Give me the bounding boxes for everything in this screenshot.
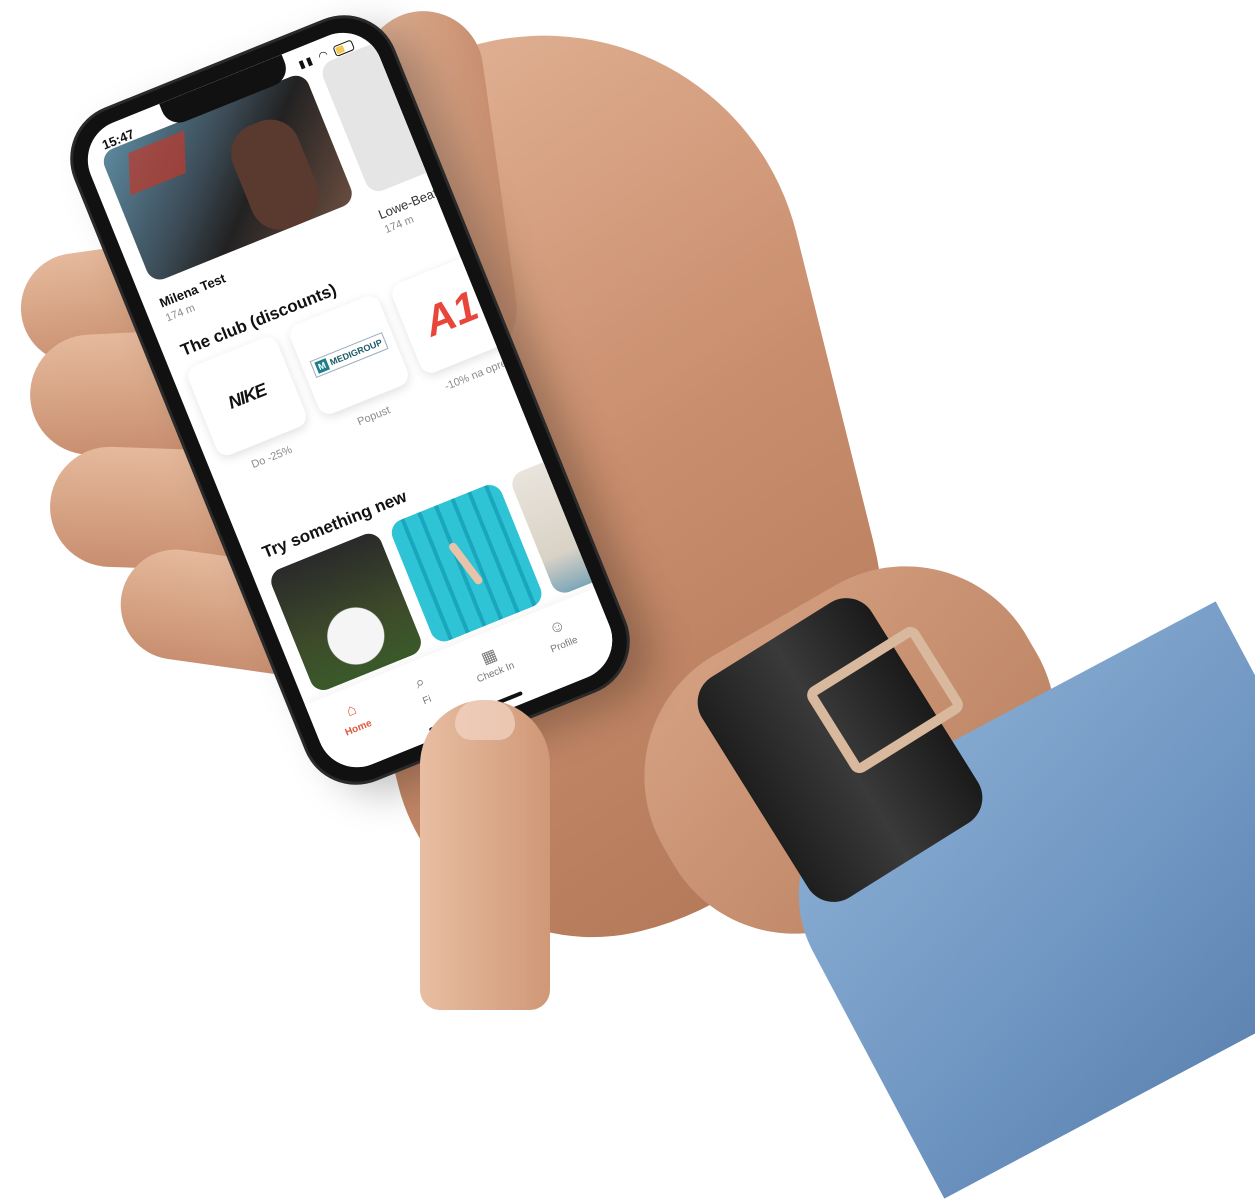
nav-home[interactable]: ⌂ Home <box>320 691 390 745</box>
medigroup-logo: M MEDIGROUP <box>309 332 389 379</box>
nav-profile[interactable]: ☺ Profile <box>525 608 595 662</box>
nike-logo-text: NIKE <box>225 379 269 413</box>
medigroup-m-icon: M <box>314 358 330 374</box>
nav-check-in[interactable]: ▦ Check In <box>457 636 527 690</box>
pointing-finger <box>420 700 550 1010</box>
fingernail <box>455 700 515 740</box>
medigroup-logo-text: MEDIGROUP <box>328 337 384 368</box>
a1-logo-text: A1 <box>417 281 485 346</box>
nav-find[interactable]: ⌕ Fi <box>388 663 458 717</box>
